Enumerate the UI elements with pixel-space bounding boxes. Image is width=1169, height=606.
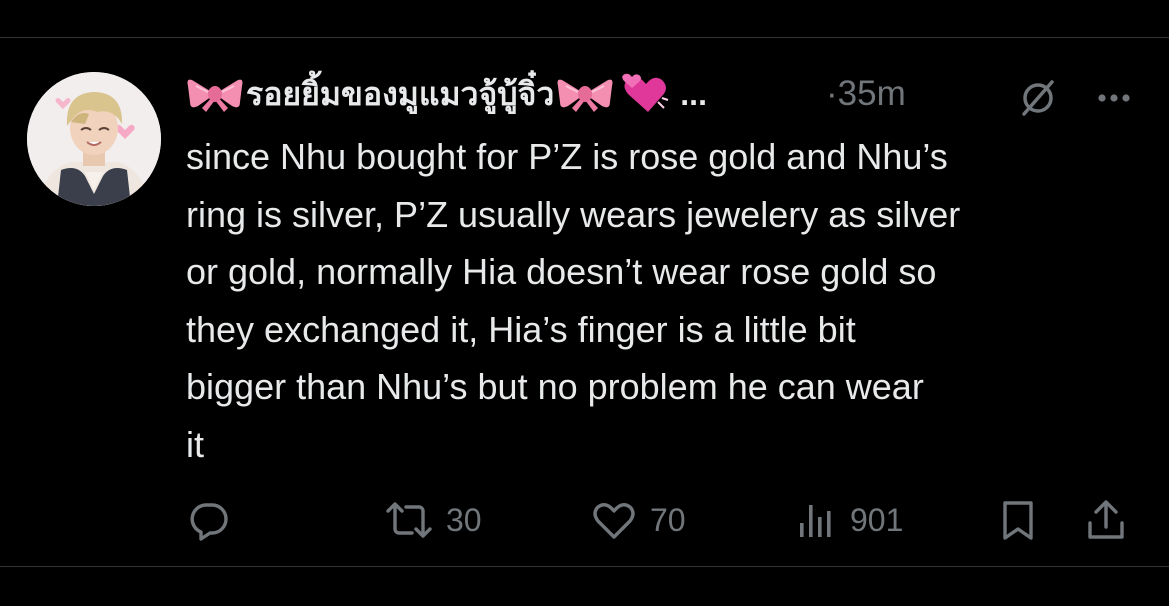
top-divider — [0, 37, 1169, 38]
like-count: 70 — [650, 501, 686, 538]
author-name-text: รอยยิ้มของมูแมวจู้บู้จิ๋ว — [246, 75, 555, 112]
grok-icon[interactable] — [1016, 76, 1060, 120]
like-button[interactable]: 70 — [590, 494, 686, 546]
action-bar: 30 70 901 — [0, 494, 1169, 546]
reply-icon — [190, 503, 228, 541]
two-hearts-emoji-icon — [622, 73, 669, 112]
retweet-button[interactable]: 30 — [384, 494, 482, 546]
name-truncation: ... — [680, 75, 707, 112]
retweet-count: 30 — [446, 501, 482, 538]
bottom-divider — [0, 566, 1169, 567]
reply-button[interactable] — [186, 494, 232, 546]
share-button[interactable] — [1084, 494, 1128, 546]
more-icon[interactable] — [1092, 76, 1136, 120]
tweet-header: รอยยิ้มของมูแมวจู้บู้จิ๋ว ... ·35m — [186, 68, 1146, 120]
avatar[interactable] — [27, 72, 161, 206]
avatar-image — [27, 72, 161, 206]
bookmark-button[interactable] — [996, 494, 1040, 546]
share-icon — [1088, 500, 1124, 539]
views-count: 901 — [850, 501, 904, 538]
author-display-name[interactable]: รอยยิ้มของมูแมวจู้บู้จิ๋ว ... — [186, 68, 707, 120]
tweet-text: since Nhu bought for P’Z is rose gold an… — [186, 136, 961, 465]
timestamp[interactable]: ·35m — [826, 68, 906, 120]
retweet-icon — [386, 502, 432, 538]
ribbon-emoji-icon — [187, 79, 243, 112]
views-icon — [800, 505, 831, 537]
heart-icon — [593, 503, 635, 539]
bookmark-icon — [1003, 501, 1033, 540]
ribbon-emoji-icon — [557, 79, 613, 112]
views-button[interactable]: 901 — [794, 494, 903, 546]
